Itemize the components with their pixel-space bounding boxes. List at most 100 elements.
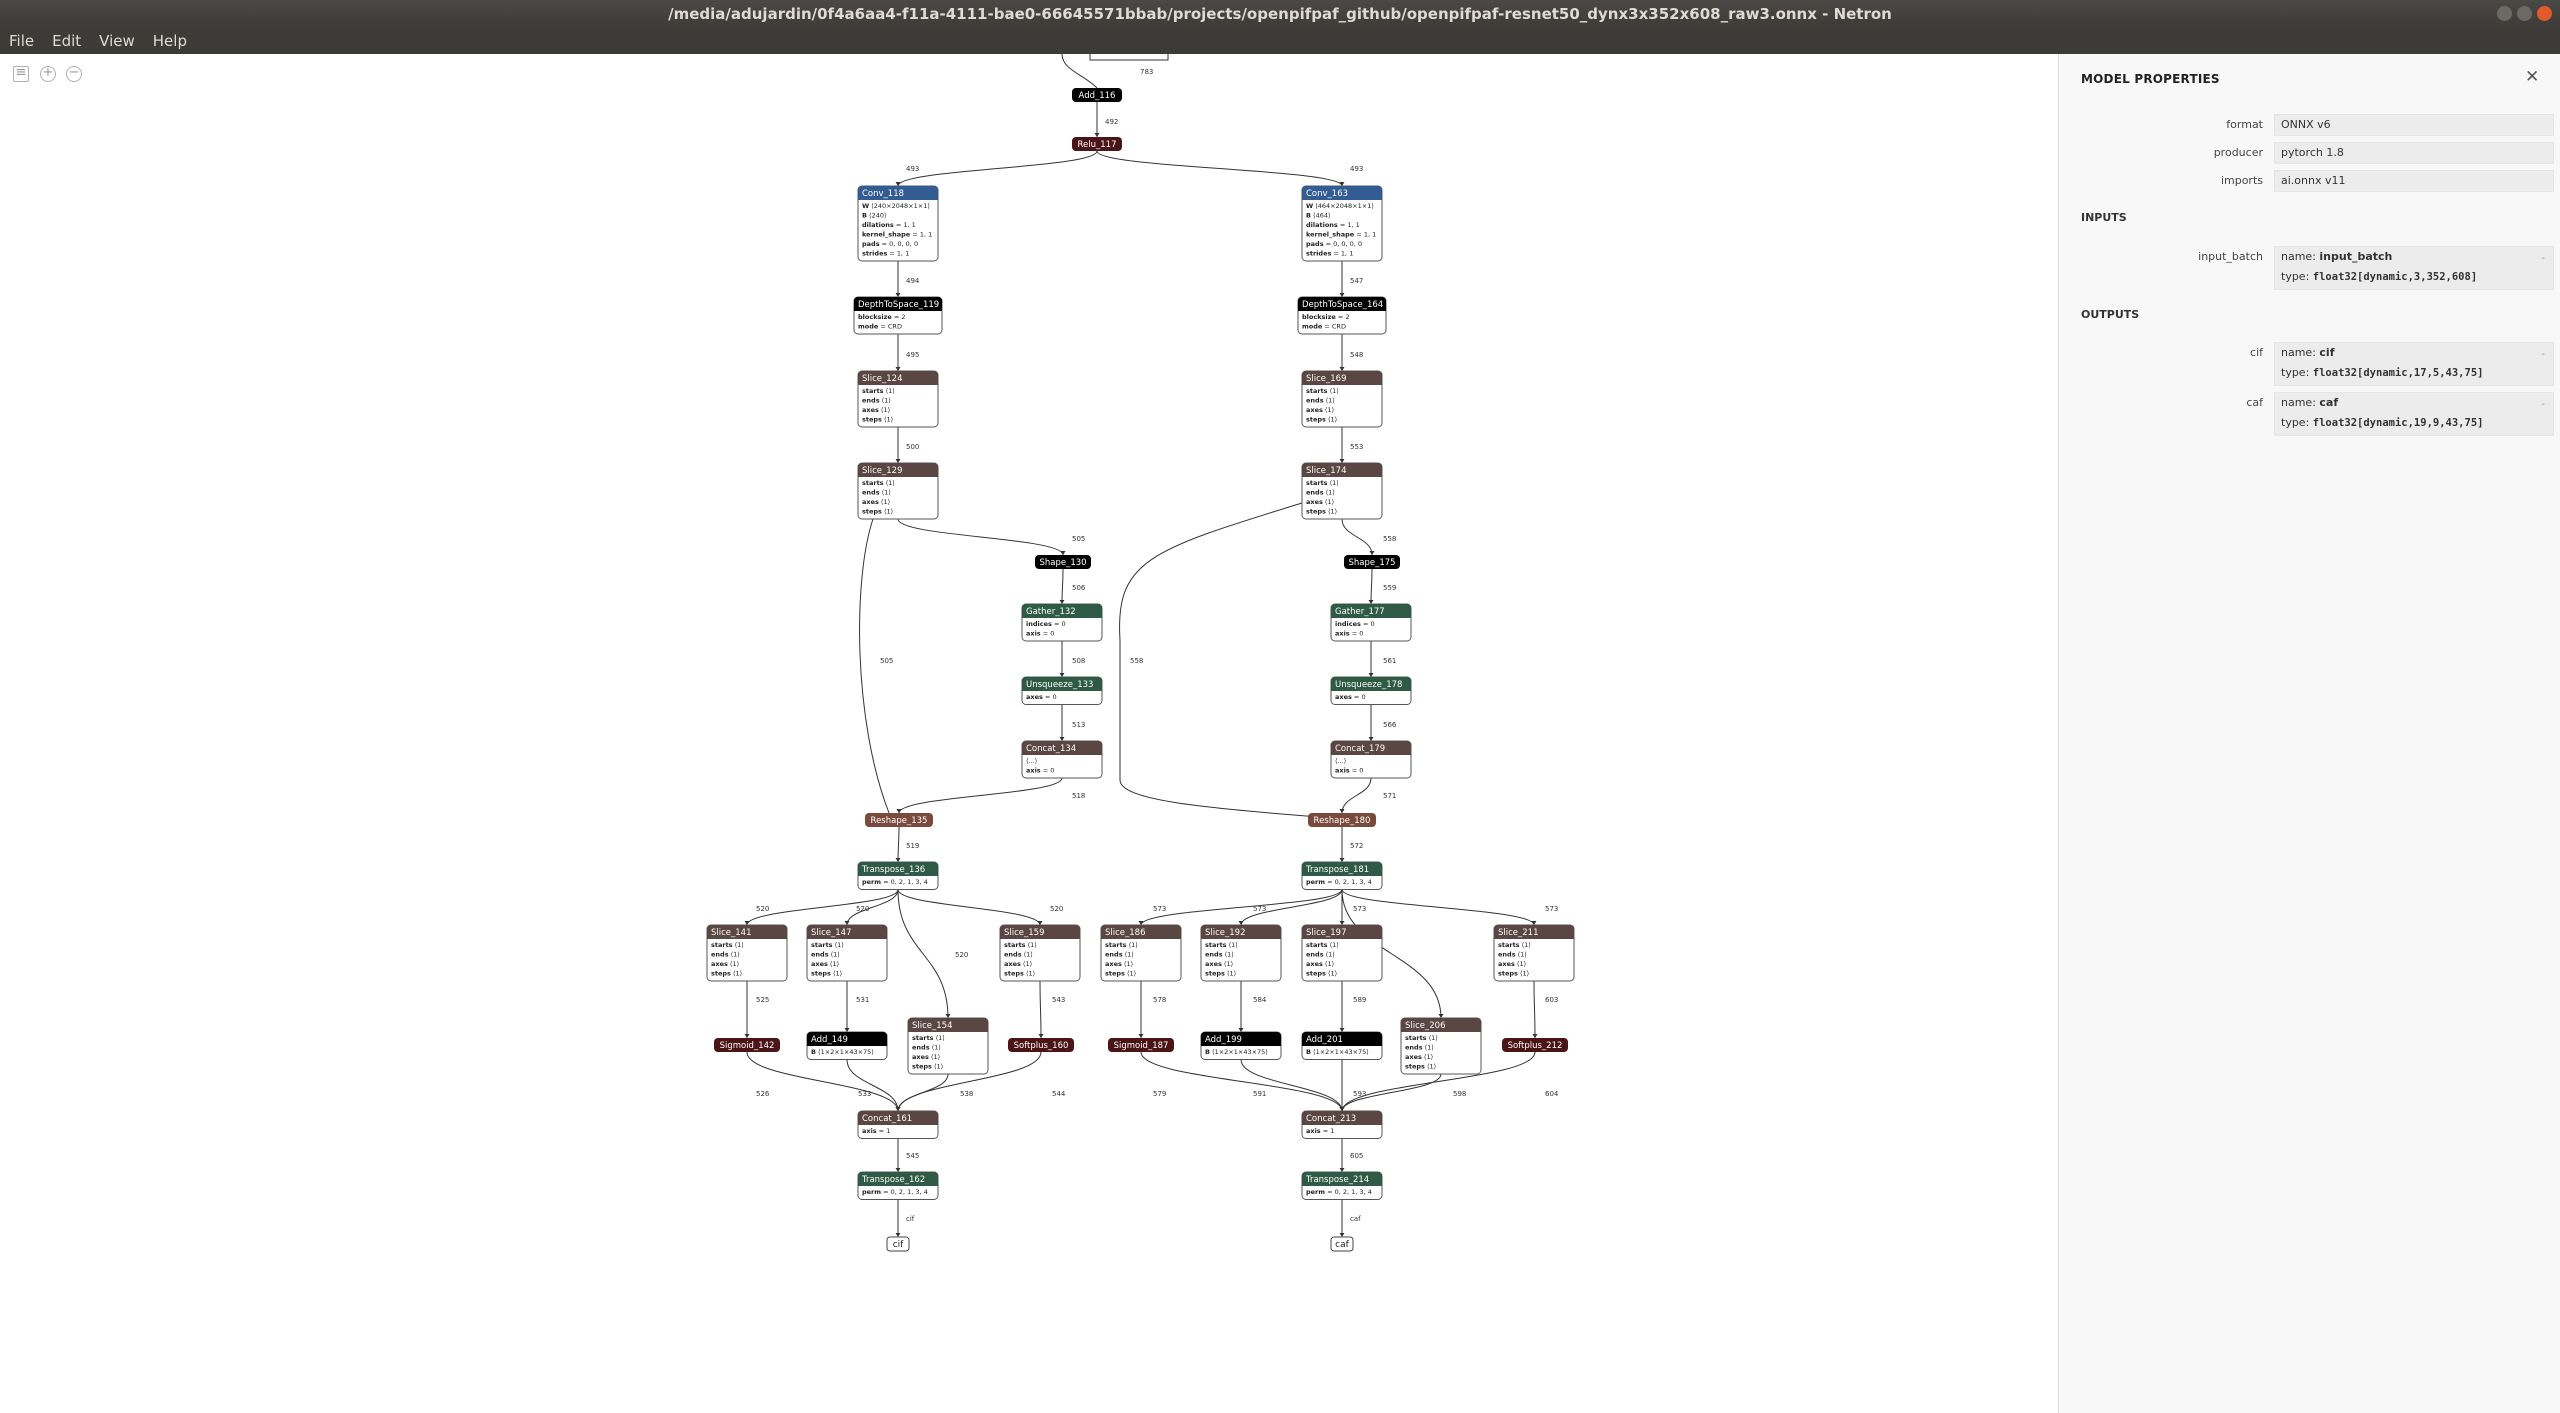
- prop-label-format: format: [2226, 118, 2263, 131]
- node-label: Sigmoid_187: [1114, 1041, 1169, 1051]
- expand-icon[interactable]: -: [2541, 345, 2545, 365]
- node-conv163[interactable]: Conv_163 W ⟨464×2048×1×1⟩ B ⟨464⟩dilations…: [1301, 185, 1383, 262]
- node-slice169[interactable]: Slice_169starts ⟨1⟩ends ⟨1⟩axes ⟨1⟩steps…: [1301, 370, 1383, 428]
- attr-name: starts: [1405, 1034, 1427, 1042]
- node-reshape180[interactable]: Reshape_180: [1308, 813, 1376, 827]
- node-concat213[interactable]: Concat_213axis = 1: [1301, 1110, 1383, 1139]
- node-label: Sigmoid_142: [720, 1041, 775, 1051]
- node-shape130[interactable]: Shape_130: [1035, 555, 1091, 569]
- node-softplus212[interactable]: Softplus_212: [1502, 1038, 1568, 1052]
- attr-name: steps: [1306, 970, 1326, 978]
- node-slice174[interactable]: Slice_174starts ⟨1⟩ends ⟨1⟩axes ⟨1⟩steps…: [1301, 462, 1383, 520]
- node-label: Slice_211: [1498, 928, 1539, 938]
- node-add149[interactable]: Add_149 B ⟨1×2×1×43×75⟩: [806, 1031, 888, 1060]
- attr-value: ⟨1⟩: [1520, 941, 1531, 949]
- node-transpose136[interactable]: Transpose_136perm = 0, 2, 1, 3, 4: [857, 861, 939, 890]
- menu-edit[interactable]: Edit: [43, 28, 90, 54]
- node-concat179[interactable]: Concat_179 ⟨...⟩ axis = 0: [1330, 740, 1412, 779]
- attr-name: starts: [912, 1034, 934, 1042]
- minimize-button[interactable]: [2497, 6, 2512, 21]
- edge-arrowhead: [1339, 1168, 1345, 1172]
- graph-edge: [897, 150, 1098, 187]
- node-slice124[interactable]: Slice_124starts ⟨1⟩ends ⟨1⟩axes ⟨1⟩steps…: [857, 370, 939, 428]
- attr-name: ends: [811, 951, 829, 959]
- output-entry-cif[interactable]: name: cif type: float32[dynamic,17,5,43,…: [2274, 342, 2554, 386]
- output-entry-caf[interactable]: name: caf type: float32[dynamic,19,9,43,…: [2274, 392, 2554, 436]
- node-label: Concat_161: [862, 1114, 912, 1124]
- close-window-button[interactable]: [2537, 6, 2552, 21]
- node-attribute: ends ⟨1⟩: [1004, 951, 1033, 959]
- edge-label: 518: [1072, 792, 1085, 800]
- node-relu117[interactable]: Relu_117: [1072, 137, 1122, 151]
- attr-value: = 0, 2, 1, 3, 4: [1325, 1188, 1372, 1196]
- graph-edge: [898, 777, 1063, 814]
- close-panel-icon[interactable]: ✕: [2525, 67, 2539, 87]
- node-slice129[interactable]: Slice_129starts ⟨1⟩ends ⟨1⟩axes ⟨1⟩steps…: [857, 462, 939, 520]
- node-slice211[interactable]: Slice_211starts ⟨1⟩ends ⟨1⟩axes ⟨1⟩steps…: [1493, 924, 1575, 982]
- graph-edge: [1240, 1059, 1343, 1112]
- graph-canvas[interactable]: ≡ + − 783 492 493 493 494 547 495 548 500 553 505 5…: [0, 54, 2058, 1413]
- edge-arrowhead: [895, 1233, 901, 1237]
- node-gather132[interactable]: Gather_132indices = 0axis = 0: [1021, 603, 1103, 642]
- node-shape175[interactable]: Shape_175: [1344, 555, 1400, 569]
- node-slice147[interactable]: Slice_147starts ⟨1⟩ends ⟨1⟩axes ⟨1⟩steps…: [806, 924, 888, 982]
- node-slice154[interactable]: Slice_154starts ⟨1⟩ends ⟨1⟩axes ⟨1⟩steps…: [907, 1017, 989, 1075]
- attr-name: blocksize: [858, 313, 892, 321]
- prop-value-producer: pytorch 1.8: [2274, 142, 2554, 164]
- attr-value: ⟨1⟩: [1326, 416, 1337, 424]
- node-add116[interactable]: Add_116: [1072, 88, 1122, 102]
- edge-label: 605: [1350, 1152, 1363, 1160]
- attr-value: ⟨1⟩: [1122, 960, 1133, 968]
- node-out_caf[interactable]: caf: [1330, 1236, 1354, 1252]
- node-sigmoid187[interactable]: Sigmoid_187: [1108, 1038, 1174, 1052]
- node-slice159[interactable]: Slice_159starts ⟨1⟩ends ⟨1⟩axes ⟨1⟩steps…: [999, 924, 1081, 982]
- node-gather177[interactable]: Gather_177indices = 0axis = 0: [1330, 603, 1412, 642]
- node-transpose214[interactable]: Transpose_214perm = 0, 2, 1, 3, 4: [1301, 1171, 1383, 1200]
- input-entry[interactable]: name: input_batch type: float32[dynamic,…: [2274, 246, 2554, 290]
- node-slice141[interactable]: Slice_141starts ⟨1⟩ends ⟨1⟩axes ⟨1⟩steps…: [706, 924, 788, 982]
- node-label: Gather_132: [1026, 607, 1076, 617]
- node-reshape135[interactable]: Reshape_135: [865, 813, 933, 827]
- node-concat134[interactable]: Concat_134 ⟨...⟩ axis = 0: [1021, 740, 1103, 779]
- node-unsq178[interactable]: Unsqueeze_178axes = 0: [1330, 676, 1412, 705]
- maximize-button[interactable]: [2517, 6, 2532, 21]
- attr-value: ⟨1⟩: [1024, 970, 1035, 978]
- node-slice197[interactable]: Slice_197starts ⟨1⟩ends ⟨1⟩axes ⟨1⟩steps…: [1301, 924, 1383, 982]
- expand-icon[interactable]: -: [2541, 249, 2545, 269]
- node-attribute: steps ⟨1⟩: [1306, 970, 1337, 978]
- node-transpose162[interactable]: Transpose_162perm = 0, 2, 1, 3, 4: [857, 1171, 939, 1200]
- node-label: Reshape_135: [871, 816, 928, 826]
- node-add201[interactable]: Add_201 B ⟨1×2×1×43×75⟩: [1301, 1031, 1383, 1060]
- node-conv118[interactable]: Conv_118 W ⟨240×2048×1×1⟩ B ⟨240⟩dilations…: [857, 185, 939, 262]
- node-softplus160[interactable]: Softplus_160: [1008, 1038, 1074, 1052]
- node-sigmoid142[interactable]: Sigmoid_142: [714, 1038, 780, 1052]
- node-slice206[interactable]: Slice_206starts ⟨1⟩ends ⟨1⟩axes ⟨1⟩steps…: [1400, 1017, 1482, 1075]
- edge-label: 505: [880, 657, 893, 665]
- panel-title: MODEL PROPERTIES: [2081, 72, 2220, 86]
- menu-help[interactable]: Help: [144, 28, 196, 54]
- node-concat161[interactable]: Concat_161axis = 1: [857, 1110, 939, 1139]
- edge-label: 603: [1545, 996, 1558, 1004]
- attr-name: ends: [1306, 489, 1324, 497]
- node-attribute: B ⟨464⟩: [1306, 212, 1331, 220]
- node-unsq133[interactable]: Unsqueeze_133axes = 0: [1021, 676, 1103, 705]
- node-d2s119[interactable]: DepthToSpace_119 blocksize = 2 mode = CRD: [853, 296, 943, 335]
- node-attribute: ends ⟨1⟩: [1405, 1044, 1434, 1052]
- attr-value: ⟨1⟩: [934, 1034, 945, 1042]
- attr-name: indices: [1026, 620, 1052, 628]
- edge-label: 493: [906, 165, 919, 173]
- node-slice186[interactable]: Slice_186starts ⟨1⟩ends ⟨1⟩axes ⟨1⟩steps…: [1100, 924, 1182, 982]
- node-attribute: axis = 0: [1335, 767, 1363, 775]
- menu-file[interactable]: File: [0, 28, 43, 54]
- node-slice192[interactable]: Slice_192starts ⟨1⟩ends ⟨1⟩axes ⟨1⟩steps…: [1200, 924, 1282, 982]
- node-add199[interactable]: Add_199 B ⟨1×2×1×43×75⟩: [1200, 1031, 1282, 1060]
- node-transpose181[interactable]: Transpose_181perm = 0, 2, 1, 3, 4: [1301, 861, 1383, 890]
- attr-name: starts: [1498, 941, 1520, 949]
- menu-view[interactable]: View: [90, 28, 144, 54]
- node-d2s164[interactable]: DepthToSpace_164 blocksize = 2 mode = CRD: [1297, 296, 1387, 335]
- node-out_cif[interactable]: cif: [886, 1236, 910, 1252]
- expand-icon[interactable]: -: [2541, 395, 2545, 415]
- attr-value: ⟨1⟩: [1026, 941, 1037, 949]
- node-attribute: indices = 0: [1026, 620, 1066, 628]
- edge-arrowhead: [1339, 459, 1345, 463]
